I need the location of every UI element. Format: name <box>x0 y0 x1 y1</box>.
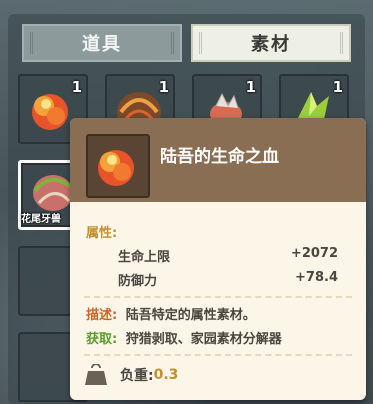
attribute-name: 生命上限 <box>118 250 171 265</box>
weight-label: 负重: <box>120 368 154 384</box>
divider <box>84 296 352 298</box>
tab-decoration <box>199 32 212 54</box>
weight-value: 0.3 <box>153 367 179 383</box>
tab-decoration <box>30 32 43 54</box>
blood-orb-icon <box>98 150 134 186</box>
tooltip-title: 陆吾的生命之血 <box>160 147 279 167</box>
item-count: 1 <box>71 78 82 96</box>
attribute-value: +2072 <box>290 246 338 261</box>
tooltip-header: 陆吾的生命之血 <box>70 118 366 202</box>
obtain-text: 狩猎剥取、家园素材分解器 <box>125 332 282 347</box>
attribute-name: 防御力 <box>118 274 158 289</box>
tooltip-body: 属性: 生命上限 +2072 防御力 +78.4 描述: 陆吾特定的属性素材。 … <box>70 202 366 400</box>
weight-icon <box>85 364 107 385</box>
description-text: 陆吾特定的属性素材。 <box>125 308 256 323</box>
tooltip-item-icon-frame <box>86 134 150 198</box>
tab-items-label: 道具 <box>82 34 122 55</box>
tab-materials-label: 素材 <box>251 34 291 55</box>
item-count: 1 <box>158 78 169 96</box>
description-label: 描述: <box>86 308 118 323</box>
tab-decoration <box>330 32 343 54</box>
item-count: 1 <box>245 78 256 96</box>
obtain-label: 获取: <box>86 332 118 347</box>
tab-decoration <box>161 32 174 54</box>
item-count: 1 <box>332 78 343 96</box>
attribute-value: +78.4 <box>295 270 338 285</box>
tab-items[interactable]: 道具 <box>22 24 182 62</box>
item-tooltip: 陆吾的生命之血 属性: 生命上限 +2072 防御力 +78.4 描述: 陆吾特… <box>70 118 366 400</box>
description: 描述: 陆吾特定的属性素材。 <box>86 304 256 323</box>
divider <box>84 354 352 356</box>
weight-info: 负重: 0.3 <box>84 364 178 386</box>
obtain-info: 获取: 狩猎剥取、家园素材分解器 <box>86 328 282 347</box>
tab-materials[interactable]: 素材 <box>191 24 351 62</box>
attribute-row: 生命上限 +2072 <box>118 246 338 266</box>
selected-item-name: 花尾牙兽 <box>21 214 61 225</box>
attribute-row: 防御力 +78.4 <box>118 270 338 290</box>
attributes-label: 属性: <box>86 226 118 241</box>
